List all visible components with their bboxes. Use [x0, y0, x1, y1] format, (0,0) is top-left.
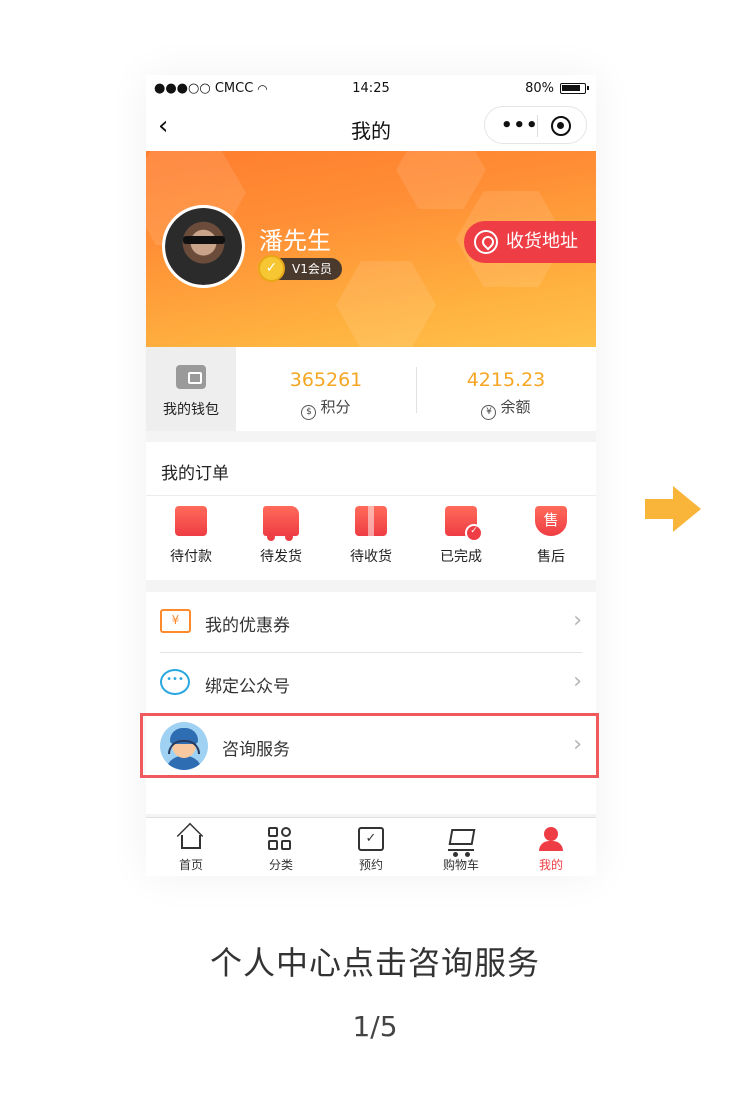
home-icon: [181, 835, 201, 849]
menu-item-bind-official-account[interactable]: ••• 绑定公众号 ›: [146, 653, 596, 713]
my-wallet-label: 我的钱包: [163, 402, 219, 418]
order-pending-shipment[interactable]: 待发货: [236, 506, 326, 566]
menu-item-label: 绑定公众号: [205, 677, 290, 697]
location-pin-icon: [474, 230, 498, 254]
banner-hexagon-decoration: [336, 261, 436, 347]
balance-value: 4215.23: [466, 369, 546, 391]
close-mini-program-button[interactable]: [551, 116, 571, 136]
chevron-right-icon: ›: [573, 669, 582, 694]
category-icon: [268, 827, 294, 851]
tab-label: 购物车: [442, 858, 479, 872]
points-stat[interactable]: 365261 $ 积分: [236, 347, 416, 431]
tab-label: 预约: [358, 858, 383, 872]
wallet-icon: [175, 506, 207, 536]
money-bag-icon: ¥: [481, 405, 497, 420]
step-pager: 1/5: [352, 1010, 398, 1043]
user-name: 潘先生: [259, 227, 331, 255]
orders-divider: [146, 495, 596, 496]
member-level-badge: ✓ V1会员: [258, 255, 342, 282]
order-after-sale[interactable]: 售 售后: [506, 506, 596, 566]
avatar-photo: [165, 208, 242, 285]
tab-label: 首页: [178, 858, 203, 872]
battery-level: 80%: [525, 81, 554, 96]
step-caption: 个人中心点击咨询服务: [209, 944, 540, 982]
chevron-right-icon: ›: [573, 608, 582, 633]
balance-stat[interactable]: 4215.23 ¥ 余额: [416, 347, 596, 431]
points-label: 积分: [320, 398, 351, 416]
order-status-label: 已完成: [440, 549, 482, 565]
my-wallet-button[interactable]: 我的钱包: [146, 347, 236, 431]
order-completed[interactable]: 已完成: [416, 506, 506, 566]
order-status-label: 售后: [537, 549, 565, 565]
menu-item-label: 我的优惠券: [205, 616, 290, 636]
service-menu: ¥ 我的优惠券 › ••• 绑定公众号 › 咨询服务 ›: [146, 592, 596, 814]
shipping-address-button[interactable]: 收货地址: [464, 221, 596, 263]
tab-label: 我的: [538, 858, 563, 872]
order-status-label: 待发货: [260, 549, 302, 565]
wallet-icon: [176, 365, 206, 389]
wallet-summary: 我的钱包 365261 $ 积分 4215.23 ¥ 余额: [146, 347, 596, 431]
calendar-check-icon: ✓: [358, 827, 384, 851]
after-sale-icon: 售: [535, 506, 567, 536]
tab-appointment[interactable]: ✓ 预约: [326, 818, 416, 876]
tab-cart[interactable]: 购物车: [416, 818, 506, 876]
order-pending-receipt[interactable]: 待收货: [326, 506, 416, 566]
profile-banner: 潘先生 ✓ V1会员 收货地址: [146, 151, 596, 347]
order-status-label: 待收货: [350, 549, 392, 565]
consult-service-highlight: [140, 713, 599, 778]
next-step-arrow-icon: [645, 486, 701, 532]
tab-home[interactable]: 首页: [146, 818, 236, 876]
points-label-row: $ 积分: [236, 396, 416, 420]
more-options-button[interactable]: •••: [501, 115, 539, 136]
banner-hexagon-decoration: [396, 151, 486, 209]
balance-label-row: ¥ 余额: [416, 396, 596, 420]
tab-category[interactable]: 分类: [236, 818, 326, 876]
order-pending-payment[interactable]: 待付款: [146, 506, 236, 566]
user-icon: [538, 827, 564, 851]
capsule-divider: [537, 115, 538, 137]
avatar[interactable]: [162, 205, 245, 288]
shipping-address-label: 收货地址: [506, 231, 578, 252]
status-bar: ●●●○○ CMCC ◠ 14:25 80%: [146, 75, 596, 103]
coin-icon: $: [301, 405, 317, 420]
cart-icon: [448, 827, 474, 857]
wechat-icon: •••: [160, 669, 190, 695]
battery-icon: [560, 83, 589, 94]
truck-icon: [263, 506, 299, 541]
package-icon: [355, 506, 387, 536]
tab-me[interactable]: 我的: [506, 818, 596, 876]
vip-badge-icon: ✓: [258, 255, 285, 282]
points-value: 365261: [289, 369, 363, 391]
my-orders-section: 我的订单 待付款 待发货 待收货 已完成 售 售后: [146, 442, 596, 580]
mini-program-capsule: •••: [484, 106, 587, 144]
my-orders-title: 我的订单: [161, 464, 229, 484]
balance-label: 余额: [500, 398, 531, 416]
bottom-tab-bar: 首页 分类 ✓ 预约 购物车 我的: [146, 817, 596, 876]
tab-label: 分类: [268, 858, 293, 872]
order-status-label: 待付款: [170, 549, 212, 565]
member-level-label: V1会员: [292, 262, 332, 276]
nav-bar: ‹ 我的 •••: [146, 103, 596, 151]
menu-item-coupons[interactable]: ¥ 我的优惠券 ›: [146, 592, 596, 652]
coupon-icon: ¥: [160, 609, 191, 633]
completed-icon: [445, 506, 483, 542]
